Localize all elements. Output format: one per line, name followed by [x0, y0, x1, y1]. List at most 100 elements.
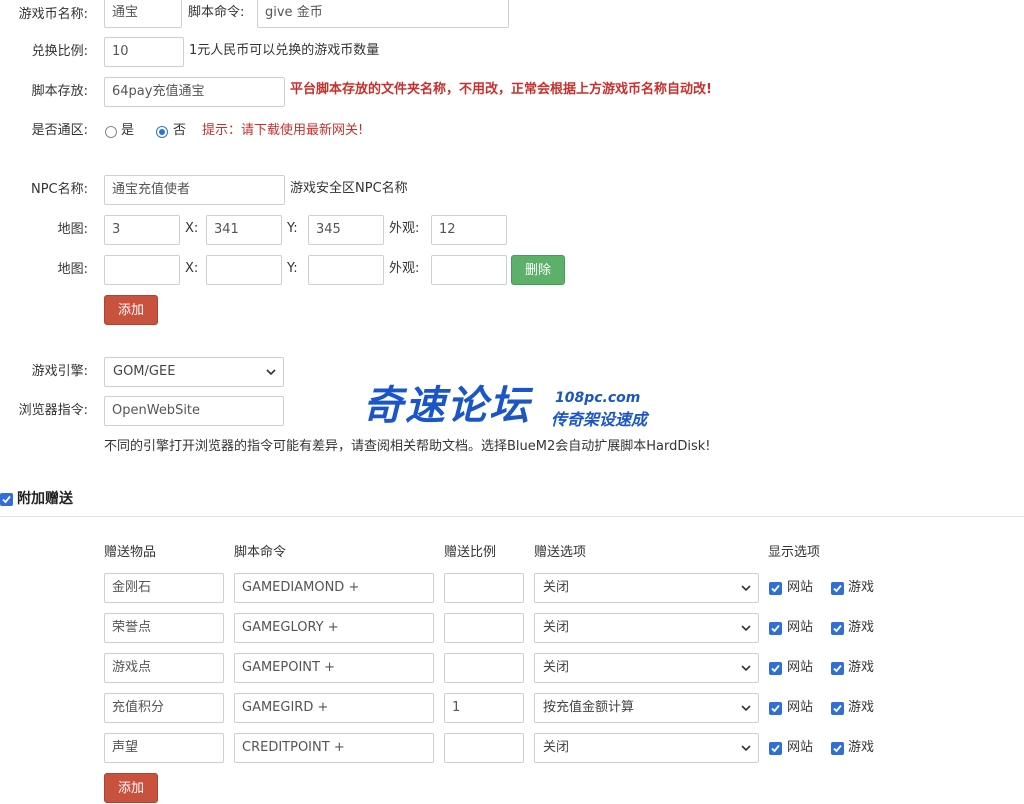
show-game-label[interactable]: 游戏 [848, 733, 874, 763]
check-icon [771, 584, 780, 593]
watermark-subtitle: 传奇架设速成 [551, 410, 648, 429]
coin-name-label: 游戏币名称: [18, 7, 88, 22]
script-command-input[interactable]: give 金币 [257, 0, 509, 28]
gift-option-value: 按充值金额计算 [543, 700, 635, 715]
show-site-label[interactable]: 网站 [787, 693, 813, 723]
tongqu-yes-radio[interactable] [105, 126, 117, 138]
browser-command-hint: 不同的引擎打开浏览器的指令可能有差异，请查阅相关帮助文档。选择BlueM2会自动… [104, 439, 711, 454]
gift-item-input[interactable]: 金刚石 [104, 573, 224, 603]
gift-ratio-input[interactable] [444, 653, 524, 683]
watermark-domain: 108pc.com [555, 390, 641, 406]
gift-command-input[interactable]: CREDITPOINT + [234, 733, 434, 763]
y-label: Y: [287, 221, 298, 236]
npc-name-input[interactable]: 通宝充值使者 [104, 175, 285, 205]
gift-ratio-input[interactable] [444, 613, 524, 643]
show-game-label[interactable]: 游戏 [848, 613, 874, 643]
gift-item-input[interactable]: 游戏点 [104, 653, 224, 683]
tongqu-no-label[interactable]: 否 [173, 116, 186, 146]
gift-option-select[interactable]: 按充值金额计算 [534, 693, 759, 723]
show-site-checkbox[interactable] [769, 662, 782, 675]
add-bonus-button[interactable]: 添加 [104, 773, 158, 803]
show-game-checkbox[interactable] [831, 742, 844, 755]
gift-option-select[interactable]: 关闭 [534, 653, 759, 683]
x-label: X: [185, 221, 199, 236]
gift-option-value: 关闭 [543, 660, 570, 675]
gift-ratio-input[interactable] [444, 733, 524, 763]
chevron-down-icon [266, 369, 276, 376]
exchange-ratio-label: 兑换比例: [31, 44, 88, 59]
gift-option-value: 关闭 [543, 620, 570, 635]
gift-item-input[interactable]: 荣誉点 [104, 613, 224, 643]
gift-command-input[interactable]: GAMEGLORY + [234, 613, 434, 643]
show-game-checkbox[interactable] [831, 622, 844, 635]
exchange-ratio-hint: 1元人民币可以兑换的游戏币数量 [189, 43, 380, 58]
header-script-command: 脚本命令 [234, 545, 287, 560]
check-icon [771, 744, 780, 753]
script-command-label: 脚本命令: [188, 5, 245, 20]
show-site-checkbox[interactable] [769, 742, 782, 755]
script-storage-input[interactable]: 64pay充值通宝 [104, 77, 285, 107]
show-site-checkbox[interactable] [769, 622, 782, 635]
look-input[interactable]: 12 [431, 215, 507, 245]
map-label: 地图: [57, 262, 88, 277]
header-gift-option: 赠送选项 [534, 545, 587, 560]
section-divider [0, 516, 1024, 517]
gift-option-value: 关闭 [543, 740, 570, 755]
check-icon [833, 664, 842, 673]
gift-option-select[interactable]: 关闭 [534, 613, 759, 643]
script-storage-hint: 平台脚本存放的文件夹名称，不用改，正常会根据上方游戏币名称自动改! [290, 82, 712, 97]
y-input[interactable]: 345 [308, 215, 384, 245]
watermark-logo: 奇速论坛 [363, 383, 531, 429]
x-input[interactable]: 341 [206, 215, 282, 245]
show-game-label[interactable]: 游戏 [848, 693, 874, 723]
gift-ratio-input[interactable] [444, 573, 524, 603]
bonus-section-checkbox[interactable] [0, 493, 13, 506]
tongqu-no-radio[interactable] [156, 126, 168, 138]
y-input[interactable] [308, 255, 384, 285]
gift-command-input[interactable]: GAMEGIRD + [234, 693, 434, 723]
check-icon [833, 744, 842, 753]
gift-item-input[interactable]: 声望 [104, 733, 224, 763]
delete-map-button[interactable]: 删除 [511, 255, 565, 285]
gift-command-input[interactable]: GAMEPOINT + [234, 653, 434, 683]
show-game-checkbox[interactable] [831, 582, 844, 595]
show-game-label[interactable]: 游戏 [848, 573, 874, 603]
y-label: Y: [287, 261, 298, 276]
gift-ratio-input[interactable]: 1 [444, 693, 524, 723]
map-input[interactable] [104, 255, 180, 285]
show-site-label[interactable]: 网站 [787, 653, 813, 683]
gift-option-select[interactable]: 关闭 [534, 733, 759, 763]
header-gift-ratio: 赠送比例 [444, 545, 497, 560]
show-site-label[interactable]: 网站 [787, 733, 813, 763]
exchange-ratio-input[interactable]: 10 [104, 37, 184, 67]
show-game-checkbox[interactable] [831, 702, 844, 715]
check-icon [833, 704, 842, 713]
add-map-button[interactable]: 添加 [104, 295, 158, 325]
engine-select-value: GOM/GEE [113, 364, 176, 379]
gift-item-input[interactable]: 充值积分 [104, 693, 224, 723]
look-label: 外观: [389, 221, 420, 236]
gift-option-value: 关闭 [543, 580, 570, 595]
show-site-label[interactable]: 网站 [787, 613, 813, 643]
tongqu-label: 是否通区: [31, 123, 88, 138]
browser-command-input[interactable]: OpenWebSite [104, 396, 284, 426]
check-icon [771, 704, 780, 713]
show-game-checkbox[interactable] [831, 662, 844, 675]
coin-name-input[interactable]: 通宝 [104, 0, 182, 28]
check-icon [771, 624, 780, 633]
header-gift-item: 赠送物品 [104, 545, 157, 560]
engine-label: 游戏引擎: [31, 364, 88, 379]
chevron-down-icon [741, 705, 751, 712]
check-icon [833, 624, 842, 633]
gift-command-input[interactable]: GAMEDIAMOND + [234, 573, 434, 603]
x-input[interactable] [206, 255, 282, 285]
show-site-label[interactable]: 网站 [787, 573, 813, 603]
engine-select[interactable]: GOM/GEE [104, 357, 284, 387]
look-input[interactable] [431, 255, 507, 285]
show-game-label[interactable]: 游戏 [848, 653, 874, 683]
gift-option-select[interactable]: 关闭 [534, 573, 759, 603]
tongqu-yes-label[interactable]: 是 [121, 116, 134, 146]
map-input[interactable]: 3 [104, 215, 180, 245]
show-site-checkbox[interactable] [769, 582, 782, 595]
show-site-checkbox[interactable] [769, 702, 782, 715]
